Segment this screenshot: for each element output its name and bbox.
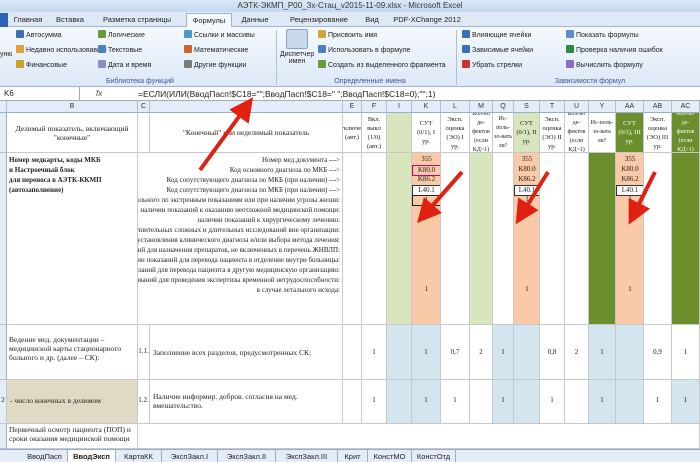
sheet-tab[interactable]: КартаКК: [116, 450, 162, 462]
annotation-arrows: [198, 97, 657, 225]
sheet-tabs: ВводПасп ВводЭксп КартаКК ЭкспЗакл.I Экс…: [0, 449, 700, 462]
sheet-tab[interactable]: ЭкспЗакл.III: [276, 450, 338, 462]
sheet-tab[interactable]: КонстОтд: [412, 450, 456, 462]
arrow-to-k: [417, 170, 464, 224]
arrow-to-s: [515, 170, 550, 225]
arrow-to-aa: [628, 171, 657, 225]
sheet-tab[interactable]: Крит: [338, 450, 368, 462]
arrow-to-formula: [198, 97, 254, 172]
sheet-tab[interactable]: КонстМО: [368, 450, 412, 462]
sheet-tab[interactable]: ЭкспЗакл.I: [162, 450, 218, 462]
sheet-tab[interactable]: ВводПасп: [22, 450, 68, 462]
sheet-tab-active[interactable]: ВводЭксп: [68, 450, 116, 462]
sheet-tab[interactable]: ЭкспЗакл.II: [218, 450, 276, 462]
